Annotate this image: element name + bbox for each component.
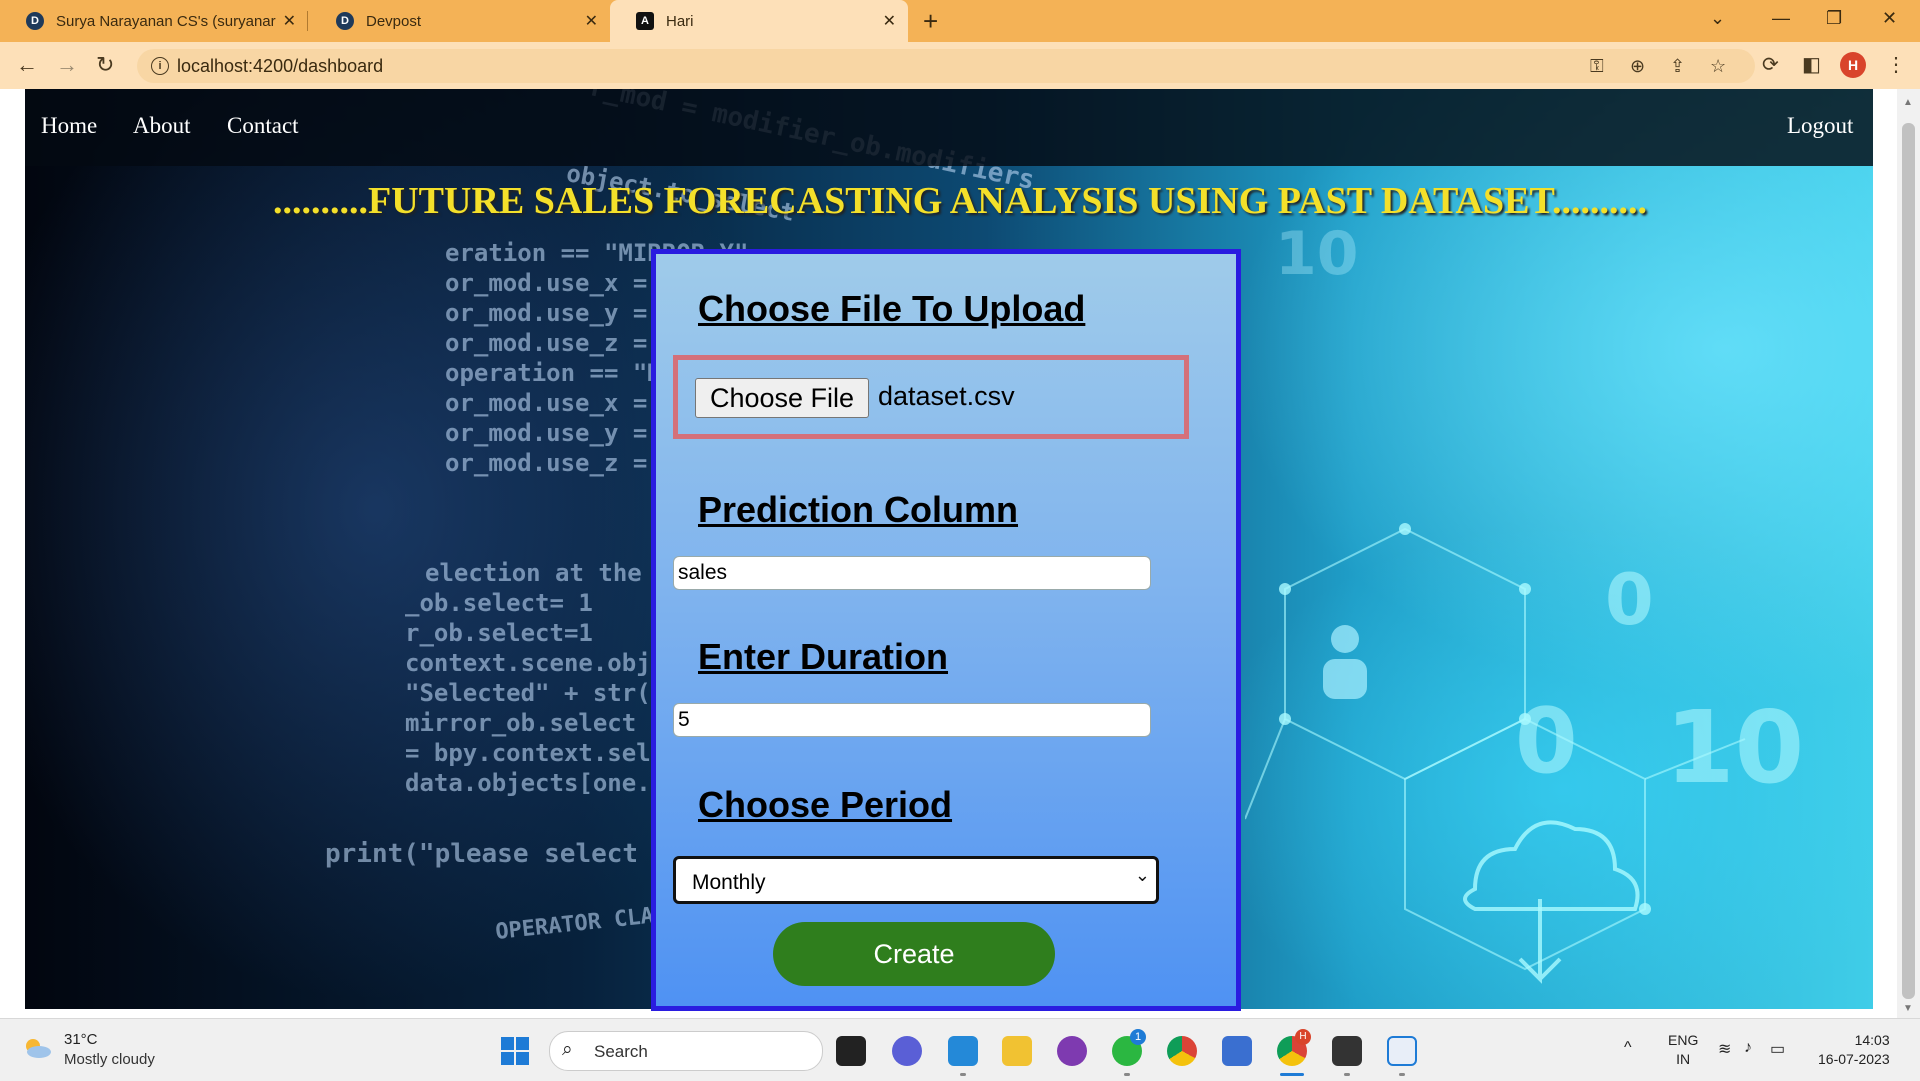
language-indicator[interactable]: ENG IN xyxy=(1668,1031,1698,1069)
browser-tab-strip: D Surya Narayanan CS's (suryanara ✕ D De… xyxy=(0,0,1920,42)
tab-surya[interactable]: D Surya Narayanan CS's (suryanara ✕ xyxy=(0,0,308,42)
tab-search-chevron-icon[interactable]: ⌄ xyxy=(1710,8,1725,29)
windows-taskbar: 31°C Mostly cloudy ⌕ Search 1 H ^ ENG IN… xyxy=(0,1018,1920,1081)
tab-title: Hari xyxy=(666,12,694,30)
file-explorer-icon[interactable] xyxy=(1002,1036,1032,1066)
chat-icon[interactable] xyxy=(892,1036,922,1066)
app-window-icon[interactable] xyxy=(1387,1036,1417,1066)
windows-start-icon[interactable] xyxy=(501,1037,529,1065)
logout-link[interactable]: Logout xyxy=(1787,113,1853,139)
choose-file-button[interactable]: Choose File xyxy=(695,378,869,418)
running-indicator xyxy=(1399,1073,1405,1076)
weather-cloud-icon[interactable] xyxy=(22,1037,52,1059)
whatsapp-badge: 1 xyxy=(1130,1029,1146,1045)
nav-contact-link[interactable]: Contact xyxy=(227,113,299,139)
taskbar-search-box[interactable]: ⌕ Search xyxy=(549,1031,823,1071)
nav-about-link[interactable]: About xyxy=(133,113,191,139)
browser-toolbar: ← → ↻ i localhost:4200/dashboard ⚿ ⊕ ⇪ ☆… xyxy=(0,42,1920,90)
devpost-favicon-icon: D xyxy=(26,12,44,30)
url-text: localhost:4200/dashboard xyxy=(177,56,384,76)
devpost-favicon-icon: D xyxy=(336,12,354,30)
weather-temperature[interactable]: 31°C xyxy=(64,1031,98,1048)
running-indicator xyxy=(1124,1073,1130,1076)
chevron-down-icon: ⌄ xyxy=(1134,865,1150,885)
taskbar-search-label: Search xyxy=(594,1042,648,1061)
github-desktop-icon[interactable] xyxy=(1057,1036,1087,1066)
microsoft-store-icon[interactable] xyxy=(1222,1036,1252,1066)
extension-icon[interactable]: ⟳ xyxy=(1762,52,1779,77)
page-scrollbar[interactable]: ▲ ▼ xyxy=(1897,89,1920,1018)
weather-description[interactable]: Mostly cloudy xyxy=(64,1051,155,1068)
battery-icon[interactable]: ▭ xyxy=(1770,1039,1785,1059)
scroll-up-icon[interactable]: ▲ xyxy=(1903,97,1913,108)
tab-devpost[interactable]: D Devpost ✕ xyxy=(310,0,610,42)
close-window-icon[interactable]: ✕ xyxy=(1882,8,1897,29)
period-select[interactable]: Monthly ⌄ xyxy=(673,856,1159,904)
wifi-icon[interactable]: ≋ xyxy=(1718,1039,1731,1059)
file-upload-box: Choose File dataset.csv xyxy=(673,355,1189,439)
prediction-column-input[interactable]: sales xyxy=(673,556,1151,590)
site-info-icon[interactable]: i xyxy=(151,57,169,75)
vscode-icon[interactable] xyxy=(948,1036,978,1066)
address-bar[interactable]: i localhost:4200/dashboard ⚿ ⊕ ⇪ ☆ xyxy=(137,49,1755,83)
selected-file-name: dataset.csv xyxy=(878,381,1015,411)
web-page: r_mod = modifier_ob.modifiers object.to_… xyxy=(0,89,1920,1018)
search-icon: ⌕ xyxy=(562,1039,573,1060)
running-indicator xyxy=(960,1073,966,1076)
scrollbar-thumb[interactable] xyxy=(1902,123,1915,999)
running-indicator xyxy=(1344,1073,1350,1076)
page-headline: ..........FUTURE SALES FORECASTING ANALY… xyxy=(273,180,1647,222)
key-icon[interactable]: ⚿ xyxy=(1590,56,1604,77)
active-indicator xyxy=(1280,1073,1304,1076)
reload-icon[interactable]: ↻ xyxy=(96,52,114,78)
maximize-icon[interactable]: ❐ xyxy=(1826,8,1842,29)
back-arrow-icon[interactable]: ← xyxy=(16,52,38,78)
tab-title: Devpost xyxy=(366,12,422,30)
language-code: ENG xyxy=(1668,1032,1699,1048)
system-clock[interactable]: 14:03 16-07-2023 xyxy=(1818,1031,1890,1069)
tray-chevron-up-icon[interactable]: ^ xyxy=(1624,1039,1632,1057)
network-graphic xyxy=(1245,523,1746,984)
minimize-icon[interactable]: — xyxy=(1772,8,1790,29)
task-view-icon[interactable] xyxy=(836,1036,866,1066)
bookmark-star-icon[interactable]: ☆ xyxy=(1710,56,1726,77)
zoom-icon[interactable]: ⊕ xyxy=(1630,56,1645,77)
language-region: IN xyxy=(1676,1051,1691,1067)
close-tab-icon[interactable]: ✕ xyxy=(883,11,896,31)
clock-date: 16-07-2023 xyxy=(1818,1051,1890,1067)
period-selected-value: Monthly xyxy=(692,871,766,894)
period-heading: Choose Period xyxy=(698,784,953,825)
clock-time: 14:03 xyxy=(1854,1032,1890,1048)
top-navbar: Home About Contact Logout xyxy=(25,89,1873,166)
prediction-column-heading: Prediction Column xyxy=(698,489,1019,530)
volume-icon[interactable]: ♪ xyxy=(1744,1039,1752,1057)
scroll-down-icon[interactable]: ▼ xyxy=(1903,1003,1913,1014)
tab-title: Surya Narayanan CS's (suryanara xyxy=(56,12,276,30)
new-tab-button[interactable]: + xyxy=(923,6,938,37)
upload-heading: Choose File To Upload xyxy=(698,288,1086,329)
chrome-icon[interactable] xyxy=(1167,1036,1197,1066)
forward-arrow-icon[interactable]: → xyxy=(56,52,78,78)
terminal-icon[interactable] xyxy=(1332,1036,1362,1066)
chrome-profile-badge: H xyxy=(1295,1029,1311,1045)
close-tab-icon[interactable]: ✕ xyxy=(283,11,296,31)
side-panel-icon[interactable]: ◧ xyxy=(1802,52,1821,77)
share-icon[interactable]: ⇪ xyxy=(1670,56,1685,77)
duration-heading: Enter Duration xyxy=(698,636,949,677)
close-tab-icon[interactable]: ✕ xyxy=(585,11,598,31)
forecast-form-card: Choose File To Upload Choose File datase… xyxy=(651,249,1241,1011)
nav-home-link[interactable]: Home xyxy=(41,113,97,139)
create-button[interactable]: Create xyxy=(773,922,1055,986)
angular-favicon-icon: A xyxy=(636,12,654,30)
tab-hari[interactable]: A Hari ✕ xyxy=(610,0,908,42)
browser-menu-icon[interactable]: ⋮ xyxy=(1886,52,1906,77)
profile-avatar[interactable]: H xyxy=(1840,52,1866,78)
duration-input[interactable]: 5 xyxy=(673,703,1151,737)
